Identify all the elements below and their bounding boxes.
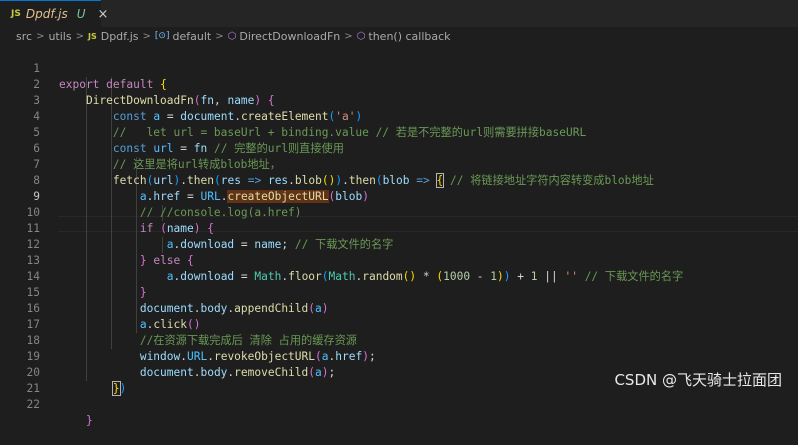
code-editor[interactable]: 1 export default { 2 DirectDownloadFn(fn… [0,45,798,427]
code-line: 15 document.body.appendChild(a) [0,269,798,315]
breadcrumb-default[interactable]: default [173,30,212,43]
line-code: } [85,414,93,427]
method-icon: ⬡ [356,30,366,42]
untracked-badge: U [76,7,86,21]
code-line: 16 a.click() [0,285,798,331]
code-line: 19 document.body.removeChild(a); [0,333,798,379]
code-line: 17 //在资源下载完成后 清除 占用的缓存资源 [0,301,798,347]
code-line: 8 a.href = URL.createObjectURL(blob) [0,157,798,203]
chevron-right-icon: > [215,30,224,42]
code-line: 6 // 这里是将url转成blob地址， [0,125,798,171]
breadcrumb-utils[interactable]: utils [48,30,71,43]
breadcrumb-function[interactable]: DirectDownloadFn [239,30,340,43]
chevron-right-icon: > [142,30,151,42]
method-icon: ⬡ [227,30,237,42]
code-line: 5 const url = fn // 完整的url则直接使用 [0,109,798,155]
code-line: 12 } else { [0,221,798,267]
code-line: 9 // //console.log(a.href) [0,173,798,219]
code-line: 4 // let url = baseUrl + binding.value /… [0,93,798,139]
code-line: 1 export default { [0,45,798,91]
chevron-right-icon: > [36,30,45,42]
code-line: 3 const a = document.createElement('a') [0,77,798,123]
code-line: 11 a.download = name; // 下载文件的名字 [0,205,798,251]
breadcrumb-callback[interactable]: then() callback [368,30,450,43]
code-line: 18 window.URL.revokeObjectURL(a.href); [0,317,798,363]
watermark: CSDN @飞天骑士拉面团 [614,371,782,389]
javascript-file-icon: JS [11,9,21,19]
close-icon[interactable]: × [98,7,109,22]
code-line: 7 fetch(url).then(res => res.blob()).the… [0,141,798,188]
tab-dpdf-js[interactable]: JS Dpdf.js U × [0,0,108,27]
code-line: 14 } [0,253,798,299]
code-line: 20 }) [0,349,798,396]
tab-bar: JS Dpdf.js U × [0,0,798,27]
breadcrumb: src > utils > JS Dpdf.js > [⊙] default >… [0,27,798,45]
code-line: 13 a.download = Math.floor(Math.random()… [0,237,798,283]
object-icon: [⊙] [154,31,170,41]
chevron-right-icon: > [75,30,84,42]
code-line: 10 if (name) { [0,189,798,235]
code-line: 2 DirectDownloadFn(fn, name) { [0,61,798,107]
chevron-right-icon: > [344,30,353,42]
javascript-file-icon: JS [87,31,97,41]
breadcrumb-file[interactable]: Dpdf.js [101,30,139,43]
tab-label: Dpdf.js [25,7,68,21]
breadcrumb-src[interactable]: src [16,30,32,43]
